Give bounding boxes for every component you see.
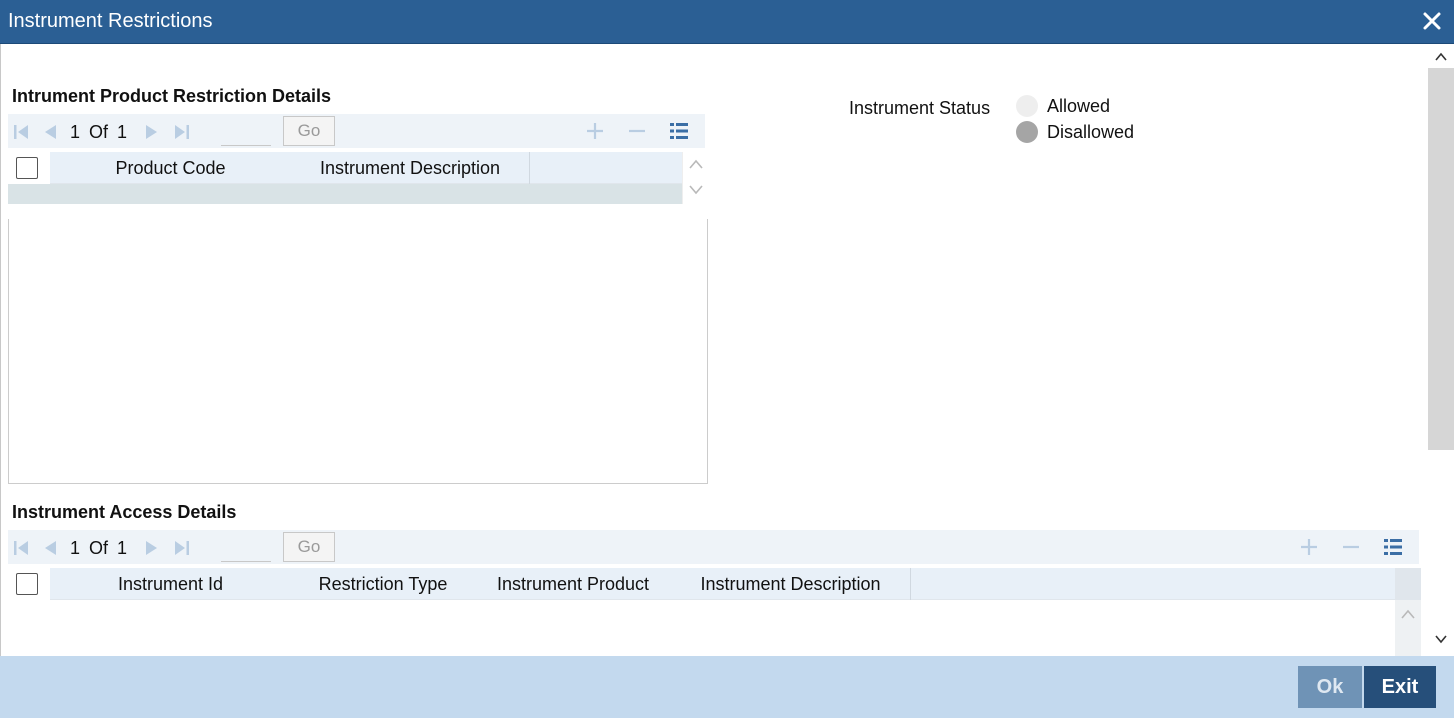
current-page: 1 (70, 538, 81, 558)
scroll-down-icon[interactable] (689, 184, 703, 196)
previous-page-icon[interactable] (42, 540, 58, 556)
allowed-label: Allowed (1047, 96, 1111, 116)
last-page-icon[interactable] (174, 540, 190, 556)
product-restriction-grid-header: Product Code Instrument Description (8, 152, 682, 184)
access-details-grid-header: Instrument Id Restriction Type Instrumen… (8, 568, 1395, 600)
total-pages: 1 (117, 122, 128, 142)
column-header[interactable]: Product Code (50, 152, 291, 184)
of-label: Of (89, 538, 109, 558)
close-icon[interactable] (1420, 9, 1444, 33)
table-row[interactable] (8, 184, 682, 204)
access-details-pager: 1 Of 1 Go (8, 530, 1419, 564)
delete-row-icon[interactable] (1342, 538, 1360, 556)
column-header[interactable]: Instrument Product (475, 568, 671, 600)
column-header[interactable]: Instrument Id (50, 568, 291, 600)
exit-button[interactable]: Exit (1364, 666, 1436, 708)
disallowed-radio[interactable] (1016, 121, 1038, 143)
dialog-content: Intrument Product Restriction Details 1 … (0, 44, 1454, 656)
next-page-icon[interactable] (144, 540, 160, 556)
list-view-icon[interactable] (1384, 538, 1402, 556)
product-restriction-pager: 1 Of 1 Go (8, 114, 705, 148)
instrument-status-label: Instrument Status (849, 98, 991, 118)
access-details-title: Instrument Access Details (12, 502, 237, 522)
title-bar: Instrument Restrictions (0, 0, 1454, 44)
scroll-up-icon[interactable] (1401, 608, 1415, 620)
of-label: Of (89, 122, 109, 142)
add-row-icon[interactable] (1300, 538, 1318, 556)
page-scrollbar[interactable] (1428, 44, 1454, 656)
go-button[interactable]: Go (283, 532, 335, 562)
select-all-checkbox[interactable] (16, 573, 38, 595)
select-all-checkbox[interactable] (16, 157, 38, 179)
next-page-icon[interactable] (144, 124, 160, 140)
total-pages: 1 (117, 538, 128, 558)
column-header[interactable]: Restriction Type (291, 568, 475, 600)
first-page-icon[interactable] (13, 124, 29, 140)
column-header[interactable]: Instrument Description (671, 568, 910, 600)
scrollbar-thumb[interactable] (1428, 68, 1454, 450)
add-row-icon[interactable] (586, 122, 604, 140)
scroll-up-icon[interactable] (689, 158, 703, 170)
grid-scrollbar[interactable] (1395, 568, 1421, 656)
allowed-radio[interactable] (1016, 95, 1038, 117)
page-number-input[interactable] (221, 534, 271, 562)
grid-body (8, 219, 708, 484)
go-button[interactable]: Go (283, 116, 335, 146)
current-page: 1 (70, 122, 81, 142)
list-view-icon[interactable] (670, 122, 688, 140)
column-header[interactable]: Instrument Description (291, 152, 529, 184)
dialog-footer: Ok Exit (0, 656, 1454, 718)
grid-scrollbar[interactable] (682, 152, 708, 204)
page-number-input[interactable] (221, 118, 271, 146)
previous-page-icon[interactable] (42, 124, 58, 140)
disallowed-label: Disallowed (1047, 122, 1135, 142)
product-restriction-title: Intrument Product Restriction Details (12, 86, 332, 106)
first-page-icon[interactable] (13, 540, 29, 556)
scroll-down-icon[interactable] (1434, 632, 1448, 646)
delete-row-icon[interactable] (628, 122, 646, 140)
last-page-icon[interactable] (174, 124, 190, 140)
ok-button[interactable]: Ok (1298, 666, 1362, 708)
scroll-up-icon[interactable] (1434, 50, 1448, 64)
window-title: Instrument Restrictions (8, 10, 213, 32)
